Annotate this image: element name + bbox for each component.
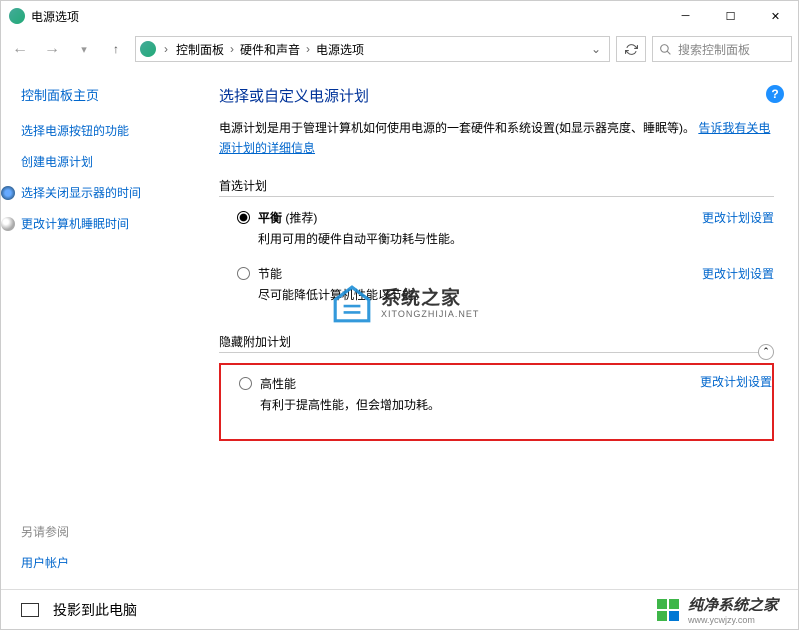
chevron-right-icon: ›	[306, 42, 310, 56]
taskbar-project[interactable]: 投影到此电脑	[21, 600, 137, 620]
taskbar: 投影到此电脑 纯净系统之家 www.ycwjzy.com	[1, 589, 798, 629]
plan-high-radio[interactable]	[239, 377, 252, 390]
change-plan-saver[interactable]: 更改计划设置	[702, 265, 774, 282]
moon-icon	[1, 217, 15, 231]
projector-icon	[21, 603, 39, 617]
window-title: 电源选项	[31, 8, 663, 25]
section-preferred: 首选计划 平衡 (推荐) 利用可用的硬件自动平衡功耗与性能。 更改计划设置 节能…	[219, 177, 774, 305]
search-icon	[659, 43, 672, 56]
addressbar-dropdown[interactable]: ⌄	[587, 42, 605, 56]
app-icon	[9, 8, 25, 24]
refresh-icon	[625, 43, 638, 56]
plan-balanced-title: 平衡 (推荐)	[258, 209, 692, 226]
section-label-preferred: 首选计划	[219, 177, 774, 197]
plan-saver: 节能 尽可能降低计算机性能以节能。 更改计划设置	[219, 263, 774, 305]
navbar: ← → ▾ ↑ › 控制面板 › 硬件和声音 › 电源选项 ⌄ 搜索控制面板	[1, 31, 798, 67]
brand-sub: www.ycwjzy.com	[688, 615, 778, 625]
close-button[interactable]: ✕	[753, 1, 798, 31]
brand-logo-icon	[656, 598, 680, 622]
taskbar-project-label: 投影到此电脑	[53, 600, 137, 620]
chevron-right-icon: ›	[230, 42, 234, 56]
up-button[interactable]: ↑	[103, 36, 129, 62]
plan-high-desc: 有利于提高性能，但会增加功耗。	[260, 396, 690, 413]
plan-high: 高性能 有利于提高性能，但会增加功耗。 更改计划设置	[221, 373, 772, 415]
breadcrumb-item[interactable]: 硬件和声音	[240, 41, 300, 58]
breadcrumb: 控制面板 › 硬件和声音 › 电源选项	[176, 41, 583, 58]
breadcrumb-item[interactable]: 电源选项	[316, 41, 364, 58]
minimize-button[interactable]: ─	[663, 1, 708, 31]
sidebar-link-display-off[interactable]: 选择关闭显示器的时间	[1, 184, 191, 201]
intro-text: 电源计划是用于管理计算机如何使用电源的一套硬件和系统设置(如显示器亮度、睡眠等)…	[219, 118, 774, 159]
chevron-right-icon: ›	[164, 42, 168, 56]
taskbar-brand: 纯净系统之家 www.ycwjzy.com	[656, 594, 778, 625]
addressbar-icon	[140, 41, 156, 57]
sidebar-link-power-button[interactable]: 选择电源按钮的功能	[21, 122, 191, 139]
page-heading: 选择或自定义电源计划	[219, 85, 774, 106]
forward-button[interactable]: →	[39, 36, 65, 62]
sidebar: 控制面板主页 选择电源按钮的功能 创建电源计划 选择关闭显示器的时间 更改计算机…	[1, 67, 211, 589]
sidebar-home-link[interactable]: 控制面板主页	[21, 85, 191, 104]
addressbar[interactable]: › 控制面板 › 硬件和声音 › 电源选项 ⌄	[135, 36, 610, 62]
breadcrumb-item[interactable]: 控制面板	[176, 41, 224, 58]
window-controls: ─ ☐ ✕	[663, 1, 798, 31]
maximize-button[interactable]: ☐	[708, 1, 753, 31]
collapse-button[interactable]: ⌃	[758, 344, 774, 360]
help-icon[interactable]: ?	[766, 85, 784, 103]
see-also-label: 另请参阅	[21, 523, 69, 540]
change-plan-high[interactable]: 更改计划设置	[700, 373, 772, 390]
plan-saver-title: 节能	[258, 265, 692, 282]
section-hidden: 隐藏附加计划 ⌃ 高性能 有利于提高性能，但会增加功耗。 更改计划设置	[219, 333, 774, 441]
change-plan-balanced[interactable]: 更改计划设置	[702, 209, 774, 226]
refresh-button[interactable]	[616, 36, 646, 62]
search-placeholder: 搜索控制面板	[678, 41, 750, 58]
main-content: ? 选择或自定义电源计划 电源计划是用于管理计算机如何使用电源的一套硬件和系统设…	[211, 67, 798, 589]
titlebar: 电源选项 ─ ☐ ✕	[1, 1, 798, 31]
plan-balanced-desc: 利用可用的硬件自动平衡功耗与性能。	[258, 230, 692, 247]
sidebar-link-sleep[interactable]: 更改计算机睡眠时间	[1, 215, 191, 232]
back-button[interactable]: ←	[7, 36, 33, 62]
sidebar-link-user-accounts[interactable]: 用户帐户	[21, 554, 69, 571]
sidebar-bottom: 另请参阅 用户帐户	[21, 523, 69, 571]
plan-saver-desc: 尽可能降低计算机性能以节能。	[258, 286, 692, 303]
sidebar-link-create-plan[interactable]: 创建电源计划	[21, 153, 191, 170]
history-dropdown[interactable]: ▾	[71, 36, 97, 62]
plan-balanced-radio[interactable]	[237, 211, 250, 224]
plan-high-title: 高性能	[260, 375, 690, 392]
monitor-icon	[1, 186, 15, 200]
search-input[interactable]: 搜索控制面板	[652, 36, 792, 62]
section-label-hidden: 隐藏附加计划 ⌃	[219, 333, 774, 353]
plan-saver-radio[interactable]	[237, 267, 250, 280]
brand-text: 纯净系统之家	[688, 594, 778, 615]
highlight-box: 高性能 有利于提高性能，但会增加功耗。 更改计划设置	[219, 363, 774, 441]
plan-balanced: 平衡 (推荐) 利用可用的硬件自动平衡功耗与性能。 更改计划设置	[219, 207, 774, 249]
content-area: 控制面板主页 选择电源按钮的功能 创建电源计划 选择关闭显示器的时间 更改计算机…	[1, 67, 798, 589]
